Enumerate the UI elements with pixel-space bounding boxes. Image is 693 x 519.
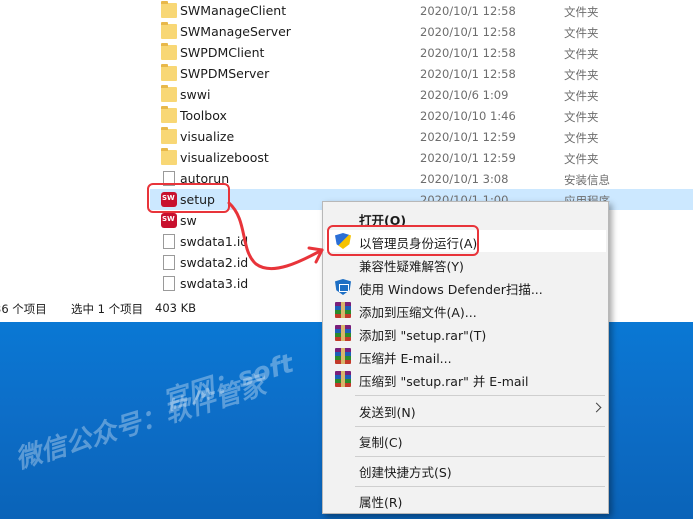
file-date: 2020/10/1 12:58 <box>420 25 516 39</box>
file-row[interactable]: swwi 2020/10/6 1:09 文件夹 <box>150 84 693 105</box>
document-icon <box>163 255 175 270</box>
file-type: 文件夹 <box>564 26 599 40</box>
menu-item-compress-and-email[interactable]: 压缩并 E-mail... <box>325 345 606 367</box>
defender-shield-icon <box>335 279 351 295</box>
file-name: visualize <box>180 129 235 144</box>
file-date: 2020/10/1 12:59 <box>420 130 516 144</box>
status-selected-size: 403 KB <box>155 301 197 315</box>
file-name: SWPDMClient <box>180 45 265 60</box>
file-row[interactable]: SWManageServer 2020/10/1 12:58 文件夹 <box>150 21 693 42</box>
file-date: 2020/10/1 12:58 <box>420 46 516 60</box>
menu-item-properties[interactable]: 属性(R) <box>325 489 606 511</box>
menu-separator <box>355 426 605 427</box>
file-row[interactable]: SWPDMClient 2020/10/1 12:58 文件夹 <box>150 42 693 63</box>
document-icon <box>163 276 175 291</box>
menu-item-copy[interactable]: 复制(C) <box>325 429 606 451</box>
file-name: sw <box>180 213 197 228</box>
file-type: 文件夹 <box>564 68 599 82</box>
file-type: 文件夹 <box>564 152 599 166</box>
menu-item-send-to[interactable]: 发送到(N) <box>325 399 606 421</box>
winrar-icon <box>335 348 351 364</box>
file-row[interactable]: visualizeboost 2020/10/1 12:59 文件夹 <box>150 147 693 168</box>
file-name: SWPDMServer <box>180 66 270 81</box>
file-type: 文件夹 <box>564 110 599 124</box>
menu-separator <box>355 456 605 457</box>
status-selected-count: 选中 1 个项目 <box>71 302 144 316</box>
file-date: 2020/10/6 1:09 <box>420 88 509 102</box>
status-item-count: 36 个项目 <box>0 302 47 316</box>
menu-item-add-to-setup-rar[interactable]: 添加到 "setup.rar"(T) <box>325 322 606 344</box>
folder-icon <box>161 1 177 18</box>
file-name: swdata1.id <box>180 234 249 249</box>
file-date: 2020/10/1 12:58 <box>420 4 516 18</box>
file-type: 文件夹 <box>564 89 599 103</box>
file-name: swwi <box>180 87 211 102</box>
highlight-box-run-as-admin <box>327 225 479 256</box>
menu-separator <box>355 486 605 487</box>
folder-icon <box>161 64 177 81</box>
file-name: SWManageClient <box>180 3 287 18</box>
folder-icon <box>161 148 177 165</box>
solidworks-icon <box>161 213 177 228</box>
file-type: 文件夹 <box>564 131 599 145</box>
file-type: 安装信息 <box>564 173 610 187</box>
folder-icon <box>161 22 177 39</box>
winrar-icon <box>335 325 351 341</box>
file-date: 2020/10/1 12:59 <box>420 151 516 165</box>
document-icon <box>163 234 175 249</box>
menu-item-create-shortcut[interactable]: 创建快捷方式(S) <box>325 459 606 481</box>
file-date: 2020/10/1 3:08 <box>420 172 509 186</box>
file-date: 2020/10/10 1:46 <box>420 109 516 123</box>
file-name: SWManageServer <box>180 24 291 39</box>
file-row[interactable]: SWPDMServer 2020/10/1 12:58 文件夹 <box>150 63 693 84</box>
file-row[interactable]: autorun 2020/10/1 3:08 安装信息 <box>150 168 693 189</box>
folder-icon <box>161 127 177 144</box>
file-date: 2020/10/1 12:58 <box>420 67 516 81</box>
file-name: Toolbox <box>180 108 227 123</box>
chevron-right-icon <box>591 402 602 413</box>
folder-icon <box>161 106 177 123</box>
file-name: visualizeboost <box>180 150 269 165</box>
winrar-icon <box>335 302 351 318</box>
file-type: 文件夹 <box>564 5 599 19</box>
folder-icon <box>161 43 177 60</box>
file-name: swdata3.id <box>180 276 249 291</box>
folder-icon <box>161 85 177 102</box>
highlight-box-setup <box>147 183 230 213</box>
file-name: swdata2.id <box>180 255 249 270</box>
file-row[interactable]: SWManageClient 2020/10/1 12:58 文件夹 <box>150 0 693 21</box>
file-row[interactable]: visualize 2020/10/1 12:59 文件夹 <box>150 126 693 147</box>
menu-item-defender-scan[interactable]: 使用 Windows Defender扫描... <box>325 276 606 298</box>
file-row[interactable]: Toolbox 2020/10/10 1:46 文件夹 <box>150 105 693 126</box>
menu-separator <box>355 395 605 396</box>
menu-item-add-to-archive[interactable]: 添加到压缩文件(A)... <box>325 299 606 321</box>
menu-item-compatibility-troubleshoot[interactable]: 兼容性疑难解答(Y) <box>325 253 606 275</box>
file-type: 文件夹 <box>564 47 599 61</box>
menu-item-compress-setup-rar-email[interactable]: 压缩到 "setup.rar" 并 E-mail <box>325 368 606 390</box>
winrar-icon <box>335 371 351 387</box>
